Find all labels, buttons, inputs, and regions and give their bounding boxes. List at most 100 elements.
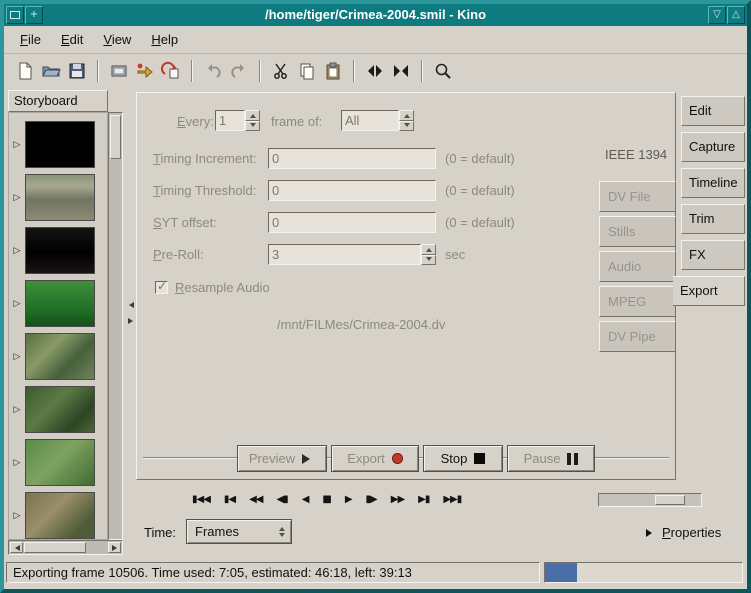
resample-audio-label[interactable]: Resample Audio xyxy=(175,280,270,295)
menu-view[interactable]: View xyxy=(93,28,141,51)
frame-of-spinner[interactable] xyxy=(399,110,414,131)
spin-up-icon[interactable] xyxy=(399,110,414,121)
window-menu-button[interactable] xyxy=(6,6,24,24)
menu-edit[interactable]: Edit xyxy=(51,28,93,51)
zoom-button[interactable] xyxy=(430,58,456,84)
join-button[interactable] xyxy=(388,58,414,84)
spin-down-icon[interactable] xyxy=(399,121,414,132)
export-button[interactable]: Export xyxy=(331,445,419,472)
scene-thumbnail[interactable] xyxy=(25,439,95,486)
publish-button[interactable] xyxy=(132,58,158,84)
tab-mpeg[interactable]: MPEG xyxy=(599,286,676,317)
preview-button[interactable]: Preview xyxy=(237,445,327,472)
scene-thumbnail[interactable] xyxy=(25,227,95,274)
frame-of-select[interactable]: All xyxy=(341,110,399,131)
scene-thumbnail[interactable] xyxy=(25,121,95,168)
tab-ieee1394[interactable]: IEEE 1394 xyxy=(605,147,667,162)
tab-export[interactable]: Export xyxy=(673,276,745,306)
tab-edit[interactable]: Edit xyxy=(681,96,745,126)
storyboard-header: Storyboard xyxy=(8,90,108,112)
save-button[interactable] xyxy=(64,58,90,84)
storyboard-hscrollbar[interactable] xyxy=(8,540,123,555)
minimize-button[interactable]: ▽ xyxy=(708,6,726,24)
split-button[interactable] xyxy=(362,58,388,84)
scroll-left-button[interactable] xyxy=(10,542,23,553)
hscrollbar-thumb[interactable] xyxy=(24,542,86,553)
spin-down-icon[interactable] xyxy=(421,255,436,266)
transport-reverse-play-button[interactable]: ◀ xyxy=(298,490,313,510)
tab-stills[interactable]: Stills xyxy=(599,216,676,247)
storyboard-item[interactable]: ▷ xyxy=(9,330,107,383)
tab-dv-file[interactable]: DV File xyxy=(599,181,676,212)
transport-rewind-button[interactable]: ◀◀ xyxy=(245,490,266,510)
properties-expander[interactable]: Properties xyxy=(646,525,721,540)
cut-button[interactable] xyxy=(268,58,294,84)
storyboard-item[interactable]: ▷ xyxy=(9,171,107,224)
storyboard-item[interactable]: ▷ xyxy=(9,383,107,436)
transport-end-button[interactable]: ▶▶▮ xyxy=(439,490,465,510)
stop-button[interactable]: Stop xyxy=(423,445,503,472)
menu-help[interactable]: Help xyxy=(141,28,188,51)
storyboard-item[interactable]: ▷ xyxy=(9,436,107,489)
menu-file[interactable]: File xyxy=(10,28,51,51)
scene-thumbnail[interactable] xyxy=(25,333,95,380)
transport-back-frame-button[interactable]: ◀▮ xyxy=(272,490,291,510)
sticky-button[interactable]: + xyxy=(25,6,43,24)
pane-arrow-left-button[interactable] xyxy=(126,298,135,311)
scene-marker-icon: ▷ xyxy=(9,458,25,468)
new-button[interactable] xyxy=(12,58,38,84)
transport-prev-scene-button[interactable]: ▮◀ xyxy=(220,490,239,510)
timing-threshold-input[interactable]: 0 xyxy=(268,180,436,201)
storyboard-item[interactable]: ▷ xyxy=(9,489,107,540)
storyboard-item[interactable]: ▷ xyxy=(9,277,107,330)
pre-roll-spinner[interactable] xyxy=(421,244,436,265)
pane-divider[interactable] xyxy=(125,90,135,555)
tab-dv-pipe[interactable]: DV Pipe xyxy=(599,321,676,352)
syt-offset-input[interactable]: 0 xyxy=(268,212,436,233)
timing-increment-input[interactable]: 0 xyxy=(268,148,436,169)
spin-up-icon[interactable] xyxy=(245,110,260,121)
vscrollbar-thumb[interactable] xyxy=(110,115,121,159)
transport-fast-forward-button[interactable]: ▶▶ xyxy=(387,490,408,510)
storyboard-vscrollbar[interactable] xyxy=(108,112,123,540)
pre-roll-input[interactable]: 3 xyxy=(268,244,421,265)
tab-audio[interactable]: Audio xyxy=(599,251,676,282)
scroll-right-button[interactable] xyxy=(108,542,121,553)
transport-next-scene-button[interactable]: ▶▮ xyxy=(414,490,433,510)
scene-thumbnail[interactable] xyxy=(25,492,95,539)
scene-thumbnail[interactable] xyxy=(25,174,95,221)
scene-marker-icon: ▷ xyxy=(9,405,25,415)
transport-play-button[interactable]: ▶ xyxy=(341,490,356,510)
storyboard-item[interactable]: ▷ xyxy=(9,224,107,277)
every-input[interactable]: 1 xyxy=(215,110,245,131)
tab-fx[interactable]: FX xyxy=(681,240,745,270)
scene-thumbnail[interactable] xyxy=(25,280,95,327)
spin-up-icon[interactable] xyxy=(421,244,436,255)
time-format-select[interactable]: Frames xyxy=(186,519,292,544)
every-spinner[interactable] xyxy=(245,110,260,131)
pause-button[interactable]: Pause xyxy=(507,445,595,472)
spin-down-icon[interactable] xyxy=(245,121,260,132)
tab-timeline[interactable]: Timeline xyxy=(681,168,745,198)
titlebar[interactable]: + /home/tiger/Crimea-2004.smil - Kino ▽ … xyxy=(4,4,747,26)
time-label: Time: xyxy=(144,525,176,540)
tab-capture[interactable]: Capture xyxy=(681,132,745,162)
storyboard-item[interactable]: ▷ xyxy=(9,118,107,171)
transport-start-button[interactable]: ▮◀◀ xyxy=(188,490,214,510)
transport-stop-button[interactable]: ■ xyxy=(318,490,334,510)
maximize-button[interactable]: △ xyxy=(727,6,745,24)
shuttle-slider-thumb[interactable] xyxy=(655,495,685,505)
pane-arrow-right-button[interactable] xyxy=(126,314,135,327)
snapshot-button[interactable] xyxy=(106,58,132,84)
tab-trim[interactable]: Trim xyxy=(681,204,745,234)
redo-button[interactable] xyxy=(226,58,252,84)
open-button[interactable] xyxy=(38,58,64,84)
resample-audio-checkbox[interactable] xyxy=(155,281,168,294)
paste-button[interactable] xyxy=(320,58,346,84)
transport-forward-frame-button[interactable]: ▮▶ xyxy=(362,490,381,510)
undo-button[interactable] xyxy=(200,58,226,84)
scene-thumbnail[interactable] xyxy=(25,386,95,433)
copy-button[interactable] xyxy=(294,58,320,84)
shuttle-slider[interactable] xyxy=(598,493,702,507)
revert-button[interactable] xyxy=(158,58,184,84)
